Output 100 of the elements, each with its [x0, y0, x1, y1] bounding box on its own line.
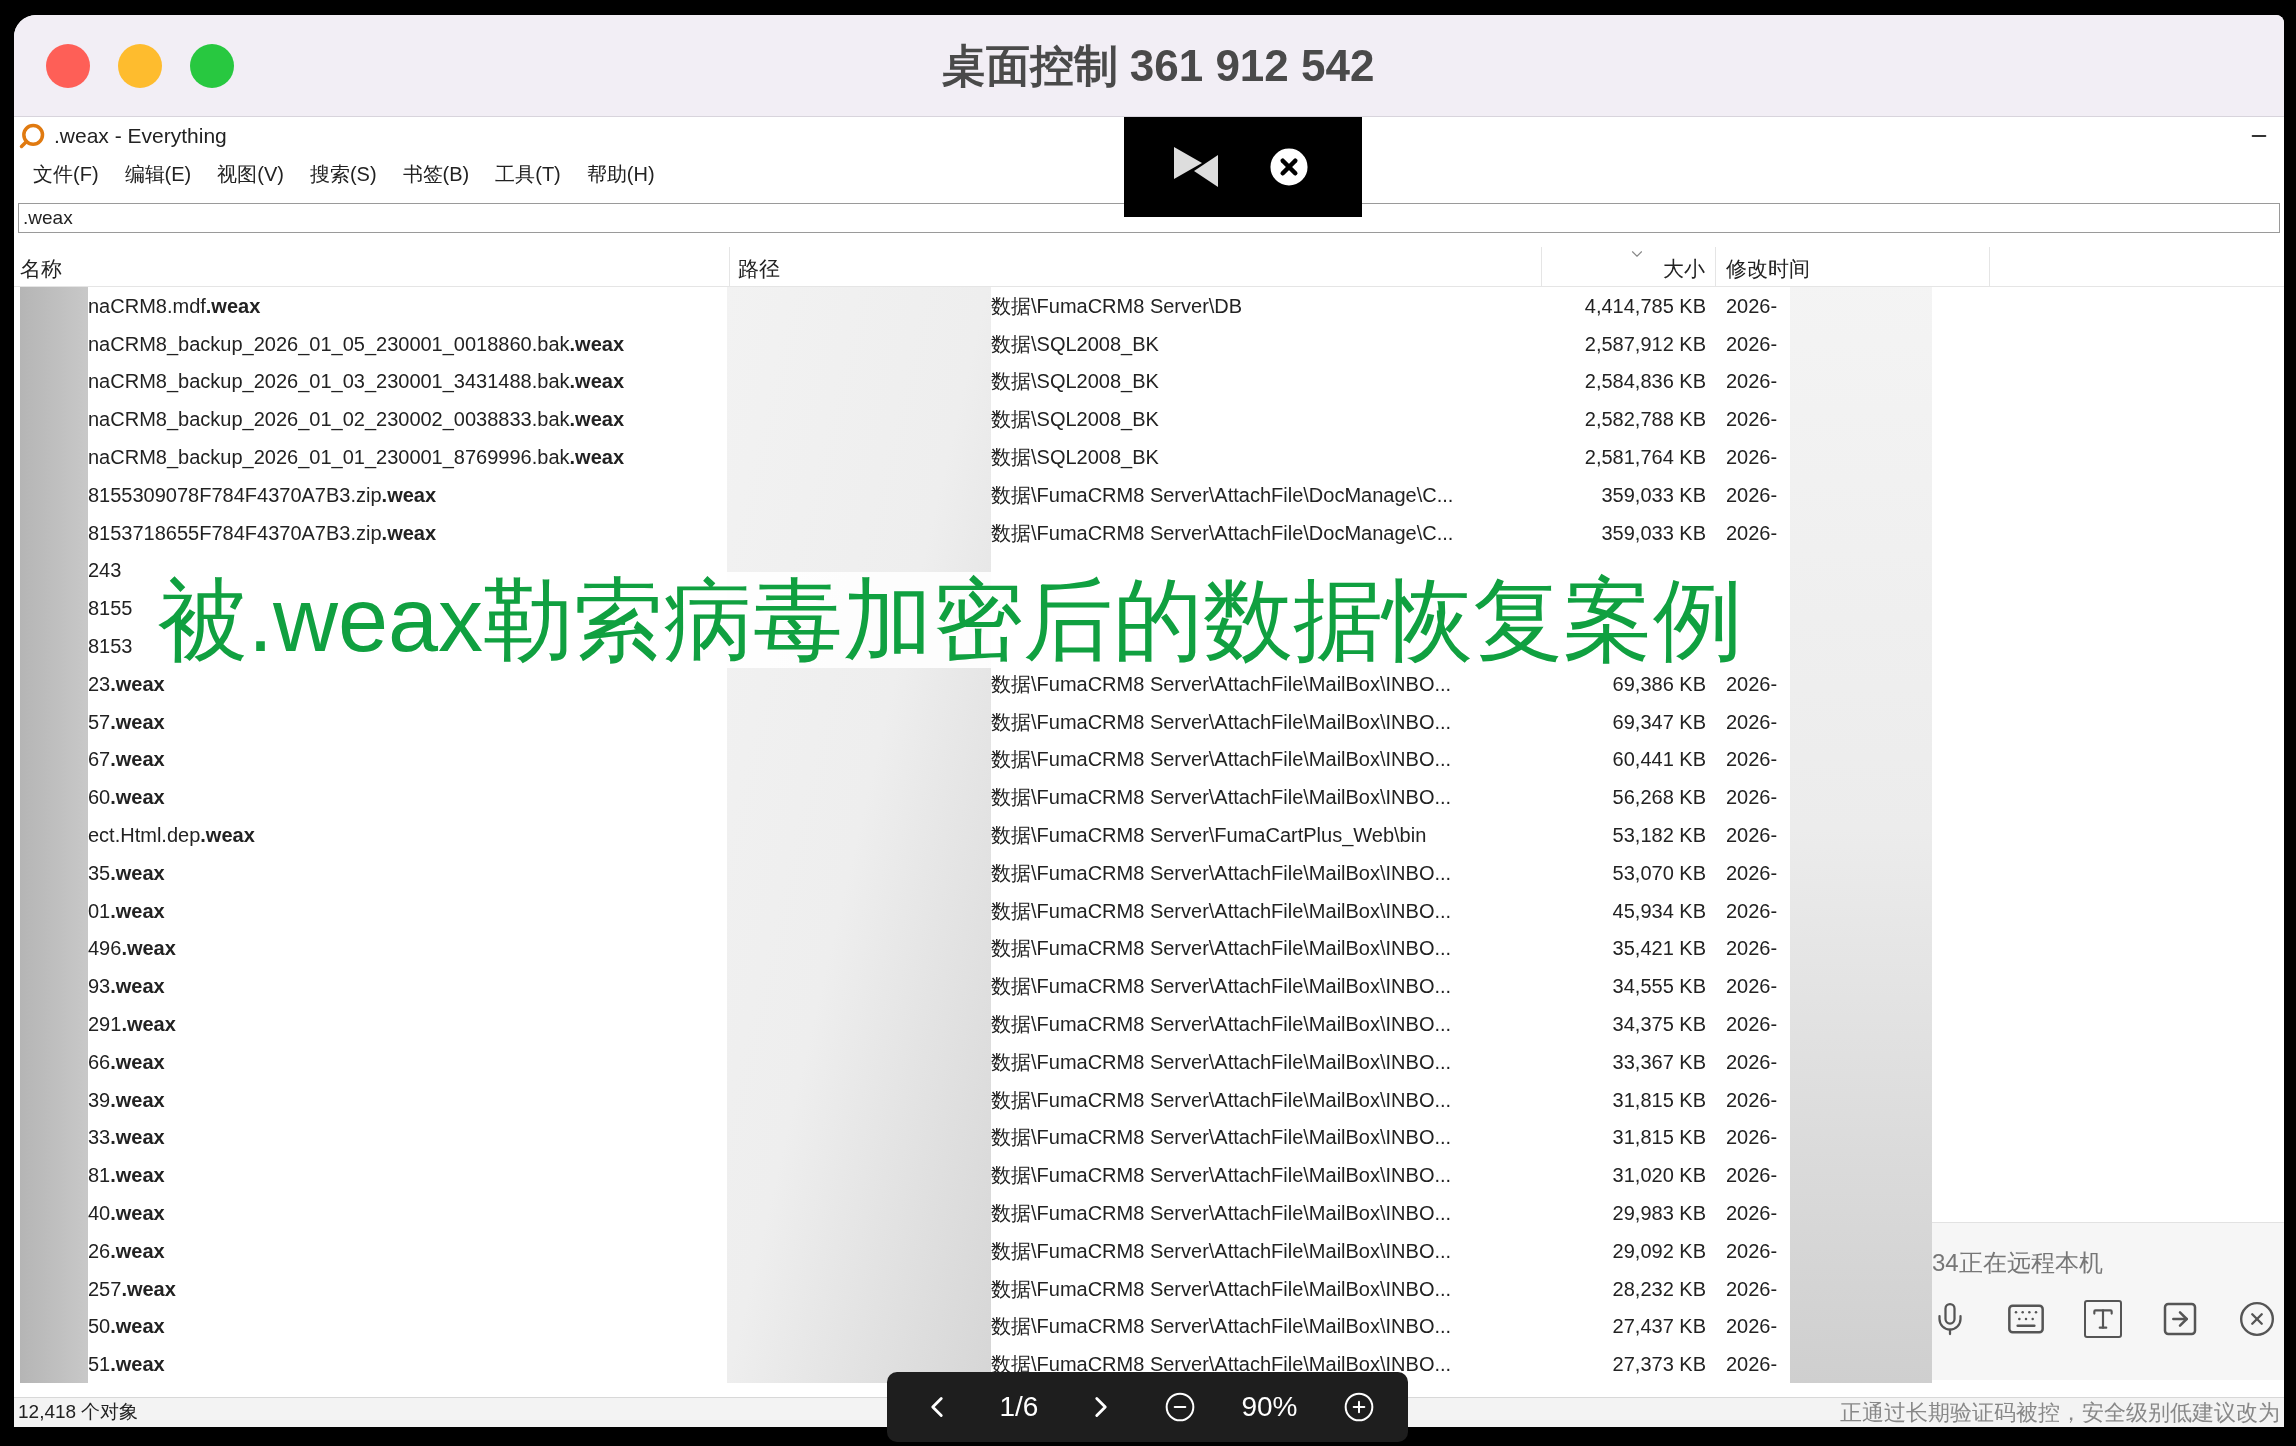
menu-item[interactable]: 帮助(H) [575, 159, 666, 189]
file-name[interactable]: 81.weax [88, 1164, 165, 1187]
text-icon[interactable] [2084, 1300, 2122, 1338]
modified-date: 2026- [1726, 408, 1778, 431]
file-path: 数据\FumaCRM8 Server\AttachFile\MailBox\INBO... [991, 1239, 1452, 1262]
file-name[interactable]: 35.weax [88, 861, 165, 884]
file-name[interactable]: 33.weax [88, 1126, 165, 1149]
app-title: .weax - Everything [54, 123, 227, 150]
close-window-button[interactable] [46, 43, 90, 88]
menu-item[interactable]: 编辑(E) [113, 159, 203, 189]
zoom-out-icon[interactable] [1163, 1391, 1196, 1423]
page-indicator: 1/6 [999, 1390, 1039, 1424]
file-size: 27,373 KB [1612, 1352, 1706, 1378]
file-path: 数据\FumaCRM8 Server\AttachFile\MailBox\INBO... [991, 1126, 1452, 1149]
modified-date: 2026- [1726, 824, 1778, 847]
file-name[interactable]: naCRM8_backup_2026_01_03_230001_3431488.bak.weax [88, 370, 625, 393]
file-name[interactable]: 291.weax [88, 1013, 176, 1036]
file-size: 34,555 KB [1612, 974, 1706, 1000]
file-path: 数据\FumaCRM8 Server\AttachFile\MailBox\INBO... [991, 975, 1452, 998]
file-name[interactable]: 243 [88, 559, 122, 582]
file-name[interactable]: 93.weax [88, 975, 165, 998]
menu-item[interactable]: 视图(V) [206, 159, 295, 189]
file-name[interactable]: naCRM8_backup_2026_01_02_230002_0038833.bak.weax [88, 408, 625, 431]
session-message: 34正在远程本机 [1932, 1248, 2104, 1278]
file-path: 数据\SQL2008_BK [991, 332, 1159, 355]
file-path: 数据\FumaCRM8 Server\AttachFile\MailBox\INBO... [991, 710, 1452, 733]
modified-date: 2026- [1726, 861, 1778, 884]
file-name[interactable]: 57.weax [88, 710, 165, 733]
file-path: 数据\FumaCRM8 Server\AttachFile\DocManage\C... [991, 521, 1454, 544]
file-name[interactable]: 50.weax [88, 1315, 165, 1338]
file-name[interactable]: 40.weax [88, 1202, 165, 1224]
file-size: 53,070 KB [1612, 860, 1706, 886]
file-size: 31,815 KB [1612, 1087, 1706, 1113]
file-name[interactable]: naCRM8_backup_2026_01_05_230001_0018860.bak.weax [88, 332, 625, 355]
modified-date: 2026- [1726, 975, 1778, 998]
file-name[interactable]: 60.weax [88, 786, 165, 809]
file-path: 数据\FumaCRM8 Server\AttachFile\MailBox\INBO... [991, 1315, 1452, 1338]
file-size: 31,815 KB [1612, 1125, 1706, 1151]
file-size: 29,983 KB [1612, 1201, 1706, 1226]
file-name[interactable]: 51.weax [88, 1353, 165, 1376]
zoom-level: 90% [1241, 1390, 1298, 1424]
file-name[interactable]: 8153718655F784F4370A7B3.zip.weax [88, 521, 437, 544]
file-size: 28,232 KB [1612, 1276, 1706, 1302]
file-path: 数据\FumaCRM8 Server\AttachFile\MailBox\INBO... [991, 672, 1452, 695]
file-name[interactable]: naCRM8_backup_2026_01_01_230001_8769996.bak.weax [88, 446, 625, 469]
file-path: 数据\FumaCRM8 Server\AttachFile\MailBox\INBO... [991, 786, 1452, 809]
file-path: 数据\SQL2008_BK [991, 408, 1159, 431]
modified-date: 2026- [1726, 748, 1778, 771]
modified-date: 2026- [1726, 370, 1778, 393]
file-name[interactable]: 257.weax [88, 1277, 176, 1300]
file-size: 33,367 KB [1612, 1049, 1706, 1075]
file-name[interactable]: naCRM8.mdf.weax [88, 294, 261, 317]
column-header[interactable]: 修改时间 [1716, 247, 1990, 286]
search-field[interactable]: .weax [18, 203, 2280, 233]
file-path: 数据\FumaCRM8 Server\AttachFile\MailBox\INBO... [991, 1050, 1452, 1073]
file-name[interactable]: 67.weax [88, 748, 165, 771]
file-name[interactable]: 66.weax [88, 1050, 165, 1073]
modified-date: 2026- [1726, 446, 1778, 469]
file-size: 60,441 KB [1612, 747, 1706, 773]
file-name[interactable]: 26.weax [88, 1239, 165, 1262]
file-size: 53,182 KB [1612, 823, 1706, 849]
modified-date: 2026- [1726, 1202, 1778, 1224]
file-name[interactable]: 01.weax [88, 899, 165, 922]
column-header[interactable]: 大小 [1542, 247, 1716, 286]
status-text: 12,418 个对象 [18, 1400, 139, 1425]
menu-item[interactable]: 工具(T) [484, 159, 572, 189]
file-size: 2,582,788 KB [1584, 407, 1706, 433]
search-icon [18, 122, 46, 150]
file-name[interactable]: 8155309078F784F4370A7B3.zip.weax [88, 483, 437, 506]
menu-item[interactable]: 文件(F) [22, 159, 110, 189]
modified-date: 2026- [1726, 1050, 1778, 1073]
file-path: 数据\FumaCRM8 Server\AttachFile\MailBox\INBO... [991, 861, 1452, 884]
menu-item[interactable]: 搜索(S) [298, 159, 388, 189]
file-path: 数据\FumaCRM8 Server\AttachFile\DocManage\C... [991, 483, 1454, 506]
zoom-in-icon[interactable] [1343, 1391, 1376, 1423]
close-icon[interactable] [2238, 1300, 2276, 1338]
modified-date: 2026- [1726, 1126, 1778, 1149]
column-header[interactable]: 名称 [14, 247, 730, 286]
file-size: 27,437 KB [1612, 1314, 1706, 1340]
file-path: 数据\SQL2008_BK [991, 446, 1159, 469]
file-name[interactable]: 496.weax [88, 937, 176, 960]
file-name[interactable]: 8155 [88, 597, 133, 620]
file-size: 69,347 KB [1612, 709, 1706, 735]
file-name[interactable]: 8153 [88, 635, 133, 658]
file-size: 359,033 KB [1601, 482, 1706, 508]
file-path: 数据\FumaCRM8 Server\FumaCartPlus_Web\bin [991, 824, 1427, 847]
menu-item[interactable]: 书签(B) [391, 159, 481, 189]
modified-date: 2026- [1726, 899, 1778, 922]
collapse-icon[interactable] [1172, 145, 1220, 189]
file-name[interactable]: 23.weax [88, 672, 165, 695]
file-size: 359,033 KB [1601, 520, 1706, 546]
file-path: 数据\FumaCRM8 Server\AttachFile\MailBox\INBO... [991, 1202, 1452, 1224]
file-name[interactable]: 39.weax [88, 1088, 165, 1111]
modified-date: 2026- [1726, 1277, 1778, 1300]
file-path: 数据\FumaCRM8 Server\AttachFile\MailBox\INBO... [991, 748, 1452, 771]
column-header[interactable]: 路径 [730, 247, 1542, 286]
file-size: 34,375 KB [1612, 1012, 1706, 1038]
file-name[interactable]: ect.Html.dep.weax [88, 824, 255, 847]
file-path: 数据\FumaCRM8 Server\DB [991, 294, 1243, 317]
file-size: 45,934 KB [1612, 898, 1706, 924]
